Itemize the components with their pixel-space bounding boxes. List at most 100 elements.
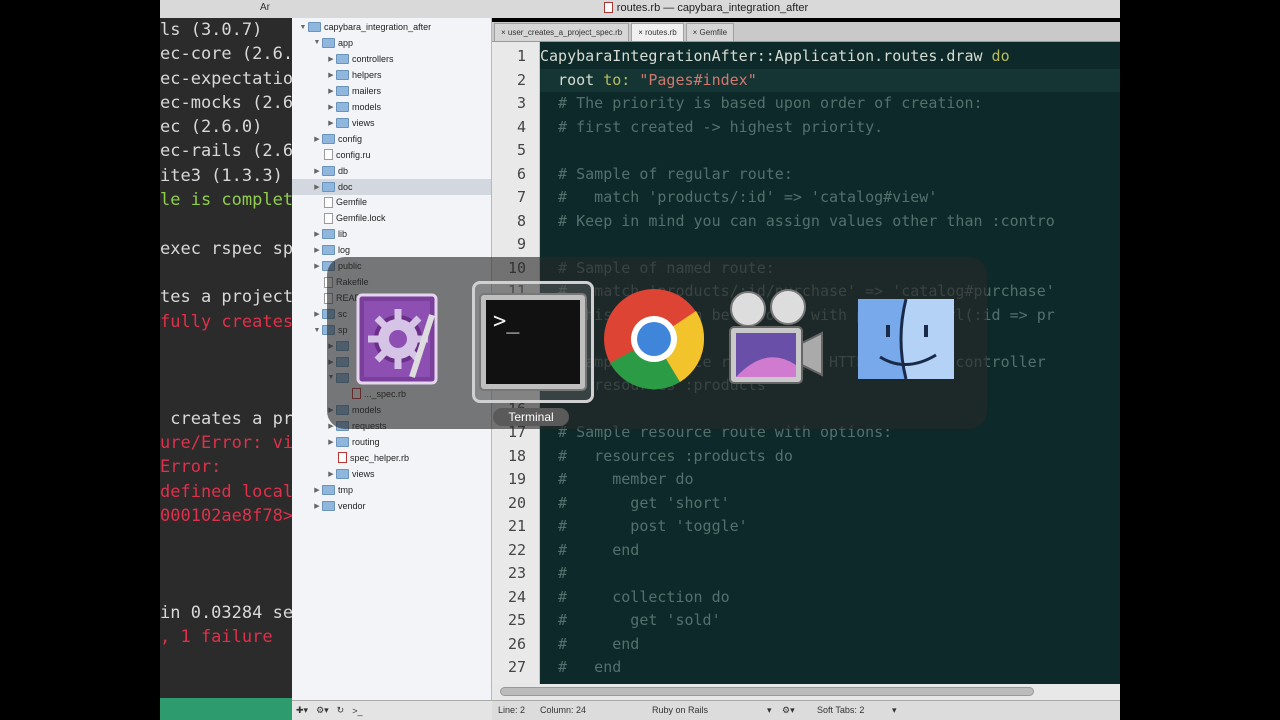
code-line[interactable]: # — [540, 562, 1120, 586]
code-line[interactable]: # end — [540, 539, 1120, 563]
tree-folder[interactable]: ▶ config — [312, 131, 362, 147]
disclosure-closed-icon[interactable]: ▶ — [326, 119, 336, 127]
disclosure-closed-icon[interactable]: ▶ — [326, 103, 336, 111]
line-number: 7 — [516, 188, 526, 206]
soft-tabs-select[interactable]: Soft Tabs: 2 — [817, 701, 864, 719]
tree-file[interactable]: Gemfile.lock — [312, 210, 386, 226]
disclosure-closed-icon[interactable]: ▶ — [326, 87, 336, 95]
disclosure-open-icon[interactable]: ▼ — [298, 24, 308, 31]
code-line[interactable] — [540, 139, 1120, 163]
tree-folder[interactable]: ▼ app — [312, 35, 353, 51]
disclosure-closed-icon[interactable]: ▶ — [312, 262, 322, 270]
background-terminal[interactable]: ls (3.0.7) ec-core (2.6. ec-expectatio ec-m… — [160, 18, 300, 698]
code-token: # get 'short' — [540, 493, 730, 512]
line-number: 5 — [516, 141, 526, 159]
file-tab[interactable]: × routes.rb — [631, 23, 684, 41]
code-line[interactable]: root to: "Pages#index" — [540, 68, 1120, 92]
terminal-line: ite3 (1.3.3) — [160, 165, 283, 186]
tree-item-label: views — [352, 117, 375, 128]
disclosure-closed-icon[interactable]: ▶ — [326, 71, 336, 79]
screenflow-icon[interactable] — [718, 285, 826, 393]
line-number: 20 — [507, 493, 526, 512]
tree-file[interactable]: Gemfile — [312, 194, 367, 210]
tree-folder[interactable]: ▶ doc — [292, 178, 491, 195]
window-title-bar[interactable]: routes.rb — capybara_integration_after — [292, 0, 1120, 18]
disclosure-closed-icon[interactable]: ▶ — [326, 470, 336, 478]
code-line[interactable]: # match 'products/:id' => 'catalog#view' — [540, 186, 1120, 210]
add-file-icon[interactable]: ✚▾ — [296, 705, 308, 716]
terminal-line: ec-expectatio — [160, 68, 294, 89]
code-token: # Keep in mind you can assign values oth… — [540, 211, 1055, 230]
disclosure-closed-icon[interactable]: ▶ — [312, 230, 322, 238]
tabs-dropdown-icon[interactable]: ▾ — [892, 701, 897, 719]
back-window-tab[interactable]: Ar — [260, 2, 270, 13]
tree-folder[interactable]: ▶ controllers — [326, 51, 394, 67]
line-number: 9 — [516, 235, 526, 253]
tree-folder[interactable]: ▶ vendor — [312, 498, 366, 514]
language-select[interactable]: Ruby on Rails — [652, 701, 708, 719]
disclosure-closed-icon[interactable]: ▶ — [312, 246, 322, 254]
terminal-line: le is complet — [160, 190, 294, 211]
disclosure-closed-icon[interactable]: ▶ — [312, 502, 322, 510]
scrollbar-knob[interactable] — [500, 687, 1034, 696]
code-line[interactable]: # post 'toggle' — [540, 515, 1120, 539]
file-tab[interactable]: × Gemfile — [685, 23, 735, 41]
terminal-icon[interactable]: >_ — [472, 281, 594, 403]
code-line[interactable]: # end — [540, 656, 1120, 680]
disclosure-closed-icon[interactable]: ▶ — [312, 310, 322, 318]
terminal-line: tes a project — [160, 287, 294, 308]
disclosure-closed-icon[interactable]: ▶ — [312, 135, 322, 143]
gear-icon[interactable]: ⚙▾ — [782, 701, 795, 719]
tree-file[interactable]: spec_helper.rb — [326, 450, 409, 466]
disclosure-closed-icon[interactable]: ▶ — [326, 55, 336, 63]
line-number: 18 — [507, 446, 526, 465]
tree-file[interactable]: config.ru — [312, 147, 371, 163]
gear-icon[interactable]: ⚙▾ — [316, 705, 329, 716]
tree-folder[interactable]: ▶ tmp — [312, 482, 353, 498]
file-tab[interactable]: × user_creates_a_project_spec.rb — [494, 23, 630, 41]
refresh-icon[interactable]: ↻ — [337, 705, 345, 716]
code-line[interactable]: # Keep in mind you can assign values oth… — [540, 210, 1120, 234]
code-line[interactable]: # collection do — [540, 586, 1120, 610]
tree-folder[interactable]: ▶ helpers — [326, 67, 382, 83]
code-line[interactable]: # member do — [540, 468, 1120, 492]
code-token: do — [991, 47, 1010, 65]
code-line[interactable]: # first created -> highest priority. — [540, 116, 1120, 140]
disclosure-closed-icon[interactable]: ▶ — [326, 438, 336, 446]
chrome-icon[interactable] — [600, 285, 708, 393]
tree-folder[interactable]: ▶ views — [326, 115, 375, 131]
code-line[interactable]: # get 'sold' — [540, 609, 1120, 633]
code-line[interactable]: # The priority is based upon order of cr… — [540, 92, 1120, 116]
tree-folder[interactable]: ▶ mailers — [326, 83, 381, 99]
finder-icon[interactable] — [852, 285, 960, 393]
disclosure-closed-icon[interactable]: ▶ — [312, 183, 322, 191]
tree-folder[interactable]: ▼ capybara_integration_after — [298, 19, 431, 35]
tree-folder[interactable]: ▶ routing — [326, 434, 380, 450]
code-line[interactable]: # Sample of regular route: — [540, 163, 1120, 187]
tree-folder[interactable]: ▶ db — [312, 163, 348, 179]
code-line[interactable]: # resources :products do — [540, 445, 1120, 469]
tree-folder[interactable]: ▶ log — [312, 242, 350, 258]
tree-folder[interactable]: ▶ views — [326, 466, 375, 482]
line-number: 8 — [516, 211, 526, 230]
code-line[interactable]: # get 'short' — [540, 492, 1120, 516]
disclosure-closed-icon[interactable]: ▶ — [312, 486, 322, 494]
language-dropdown-icon[interactable]: ▾ — [767, 701, 772, 719]
disclosure-closed-icon[interactable]: ▶ — [312, 167, 322, 175]
tree-item-label: db — [338, 165, 349, 176]
file-icon — [324, 212, 333, 224]
disclosure-open-icon[interactable]: ▼ — [312, 327, 322, 334]
tree-folder[interactable]: ▶ models — [326, 99, 381, 115]
code-line[interactable] — [540, 233, 1120, 257]
disclosure-open-icon[interactable]: ▼ — [312, 39, 322, 46]
xcode-instruments-icon[interactable] — [350, 285, 458, 393]
code-line[interactable]: # end — [540, 633, 1120, 657]
line-number: 25 — [507, 611, 526, 629]
tree-folder[interactable]: ▶ lib — [312, 226, 347, 242]
terminal-prompt-icon[interactable]: >_ — [352, 706, 362, 716]
horizontal-scrollbar[interactable] — [492, 684, 1120, 700]
terminal-line: in 0.03284 se — [160, 603, 294, 624]
code-line[interactable]: CapybaraIntegrationAfter::Application.ro… — [540, 45, 1120, 69]
